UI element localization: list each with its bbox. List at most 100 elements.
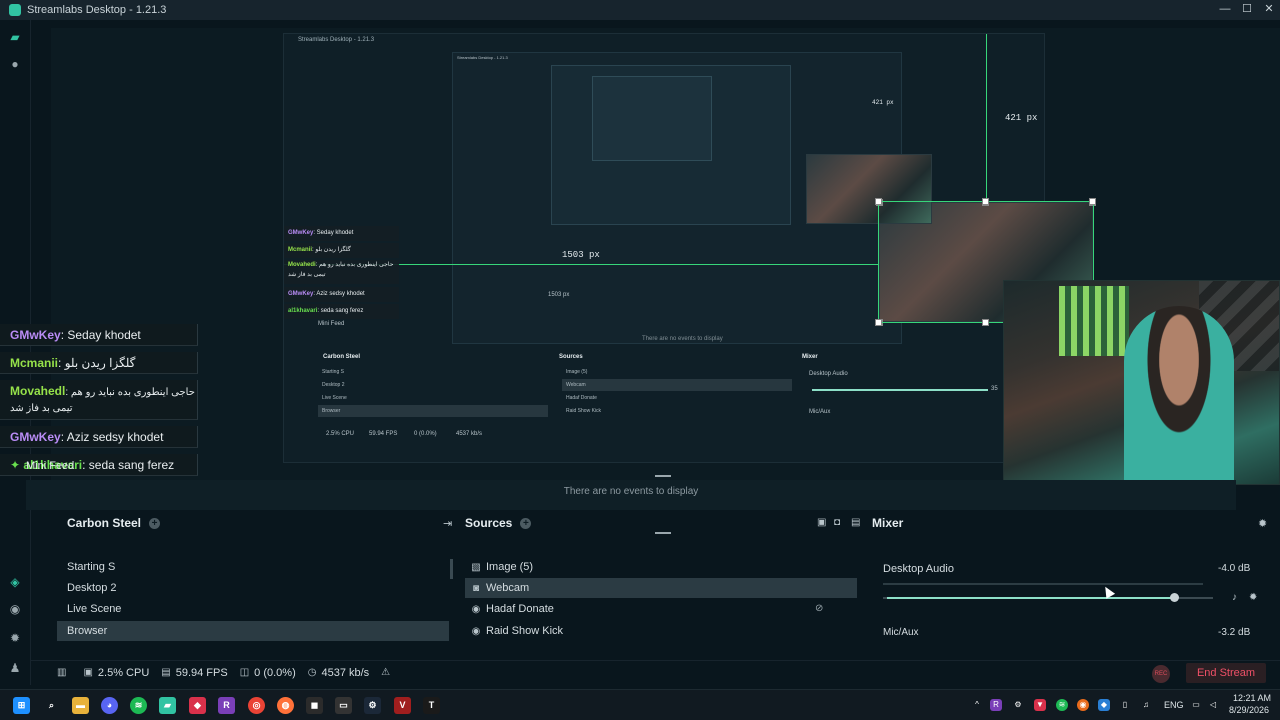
windows-start-icon[interactable]: ⊞ — [13, 697, 30, 714]
performance-chart-icon[interactable]: ▥ — [57, 667, 71, 678]
chat-message: Mcmanii: گلگزا ریدن بلو — [0, 352, 198, 374]
nested-chat-msg: Movahedi: حاجی اینطوری بده نباید رو هم ت… — [284, 260, 399, 284]
end-stream-button[interactable]: End Stream — [1186, 663, 1266, 683]
mixer-settings-gear-icon[interactable]: ✹ — [1258, 517, 1267, 530]
volume-slider-fill[interactable] — [887, 597, 1174, 599]
profile-icon[interactable]: ♟ — [8, 661, 22, 675]
terminal-icon[interactable]: ▭ — [335, 697, 352, 714]
source-folder-icon[interactable]: ▣ — [817, 517, 826, 528]
sources-panel: Sources + ▣ ◘ ▤ ▧ Image (5) ◙ Webcam ◉ Hada… — [465, 513, 860, 637]
channel-settings-gear-icon[interactable]: ✹ — [1249, 592, 1257, 603]
nested-source-item: Image (5) — [566, 369, 588, 375]
nested-source-item: Hadaf Donate — [566, 395, 597, 401]
tray-chevron-icon[interactable]: ^ — [971, 699, 983, 711]
tray-blue-icon[interactable]: ◆ — [1098, 699, 1110, 711]
visibility-off-icon[interactable]: ⊘ — [815, 599, 823, 619]
tray-steam-icon[interactable]: ⚙ — [1012, 699, 1024, 711]
app-r-icon[interactable]: R — [218, 697, 235, 714]
nested-window-title-inner: Streamlabs Desktop - 1.21.3 — [457, 55, 508, 60]
streamlabs-taskbar-icon[interactable]: ▰ — [159, 697, 176, 714]
source-item-selected[interactable]: ◙ Webcam — [465, 578, 857, 598]
app-red-icon[interactable]: ◆ — [189, 697, 206, 714]
nested-mixer-title: Mixer — [802, 354, 818, 360]
maximize-button[interactable]: ☐ — [1236, 0, 1258, 20]
network-icon[interactable]: ▭ — [1190, 699, 1202, 711]
nested-window-title: Streamlabs Desktop - 1.21.3 — [298, 37, 375, 43]
editor-nav-icon[interactable]: ▰ — [8, 30, 22, 44]
chat-username: GMwKey — [10, 328, 61, 342]
resize-handle[interactable] — [1089, 198, 1096, 205]
nested-volume-label: 35 — [991, 386, 998, 392]
dashboard-nav-icon[interactable]: ◈ — [8, 575, 22, 589]
record-nav-icon[interactable]: ● — [8, 57, 22, 71]
clock-date[interactable]: 8/29/2026 — [1229, 705, 1269, 715]
tray-app-icon[interactable]: ▼ — [1034, 699, 1046, 711]
volume-mute-icon[interactable]: ♪ — [1232, 592, 1237, 603]
mixer-channel-name: Mic/Aux — [883, 627, 919, 638]
chat-username: Movahedl — [10, 384, 66, 398]
text-app-icon[interactable]: T — [423, 697, 440, 714]
source-item[interactable]: ◉ Hadaf Donate ⊘ — [465, 599, 857, 619]
valorant-icon[interactable]: V — [394, 697, 411, 714]
firefox-icon[interactable]: ◍ — [277, 697, 294, 714]
tray-usb-icon[interactable]: ▯ — [1119, 699, 1131, 711]
close-button[interactable]: ✕ — [1258, 0, 1280, 20]
studio-mode-icon[interactable]: ◉ — [8, 602, 22, 616]
scene-item[interactable]: Desktop 2 — [57, 578, 449, 598]
chat-text: : حاجی اینطوری بده نباید رو هم — [65, 387, 195, 398]
transition-icon[interactable]: ⇥ — [443, 517, 452, 530]
mixer-channel-level: -3.2 dB — [1218, 627, 1251, 638]
record-button[interactable]: REC — [1152, 665, 1170, 683]
scene-item-selected[interactable]: Browser — [57, 621, 449, 641]
steam-icon[interactable]: ⚙ — [364, 697, 381, 714]
volume-icon[interactable]: ◁ — [1207, 699, 1219, 711]
scenes-scrollbar[interactable] — [450, 559, 453, 579]
volume-slider-knob[interactable] — [1170, 593, 1179, 602]
browser-source-icon: ◉ — [471, 626, 481, 637]
add-folder-icon[interactable]: ▤ — [851, 517, 860, 528]
title-bar: Streamlabs Desktop - 1.21.3 — ☐ ✕ — [0, 0, 1280, 20]
chrome-icon[interactable]: ◎ — [248, 697, 265, 714]
nested-bitrate: 4537 kb/s — [456, 431, 483, 437]
minimize-button[interactable]: — — [1214, 0, 1236, 20]
source-item[interactable]: ▧ Image (5) — [465, 557, 857, 577]
scene-item[interactable]: Starting S — [57, 557, 449, 577]
discord-icon[interactable]: ◕ — [101, 697, 118, 714]
cpu-icon: ▣ — [83, 667, 93, 678]
selective-recording-icon[interactable]: ◘ — [834, 517, 840, 528]
resize-handle[interactable] — [875, 319, 882, 326]
source-item[interactable]: ◉ Raid Show Kick — [465, 621, 857, 641]
scenes-panel: Carbon Steel + ⇥ Starting S Desktop 2 Li… — [57, 513, 457, 641]
tray-mic-icon[interactable]: ♫ — [1140, 699, 1152, 711]
resize-handle[interactable] — [982, 198, 989, 205]
tray-spotify-icon[interactable]: ≋ — [1056, 699, 1068, 711]
nested-dock: Mini Feed There are no events to display… — [284, 319, 1046, 464]
nested-preview-level3 — [551, 65, 791, 225]
resize-handle[interactable] — [875, 198, 882, 205]
mixer-panel: Mixer ✹ Desktop Audio -4.0 dB ♪ ✹ Mic/Au… — [872, 513, 1272, 638]
search-icon[interactable]: ⌕ — [43, 697, 60, 714]
mixer-header: Mixer — [872, 513, 903, 533]
scene-collection-title[interactable]: Carbon Steel — [67, 516, 141, 530]
file-explorer-icon[interactable]: ▬ — [72, 697, 89, 714]
webcam-icon: ◙ — [472, 583, 480, 594]
chat-text: : گلگزا ریدن بلو — [58, 356, 136, 370]
add-scene-icon[interactable]: + — [149, 517, 161, 529]
add-source-icon[interactable]: + — [520, 517, 532, 529]
nested-preview-capture: Streamlabs Desktop - 1.21.3 Streamlabs D… — [283, 33, 1096, 464]
scene-item[interactable]: Live Scene — [57, 599, 449, 619]
language-indicator[interactable]: ENG — [1164, 700, 1184, 710]
chat-message: GMwKey: Seday khodet — [0, 324, 198, 346]
spotify-icon[interactable]: ≋ — [130, 697, 147, 714]
settings-gear-icon[interactable]: ✹ — [8, 631, 22, 645]
app-dark-icon[interactable]: ◼ — [306, 697, 323, 714]
resize-handle[interactable] — [982, 319, 989, 326]
nested-chat-msg: GMwKey: Seday khodet — [284, 226, 399, 241]
scenes-header: Carbon Steel + — [67, 513, 161, 533]
tray-r-icon[interactable]: R — [990, 699, 1002, 711]
image-icon: ▧ — [471, 562, 481, 573]
warning-icon[interactable]: ⚠ — [381, 667, 395, 678]
tray-orange-icon[interactable]: ◉ — [1077, 699, 1089, 711]
streamer-figure — [1124, 306, 1234, 484]
clock-time[interactable]: 12:21 AM — [1233, 693, 1271, 703]
